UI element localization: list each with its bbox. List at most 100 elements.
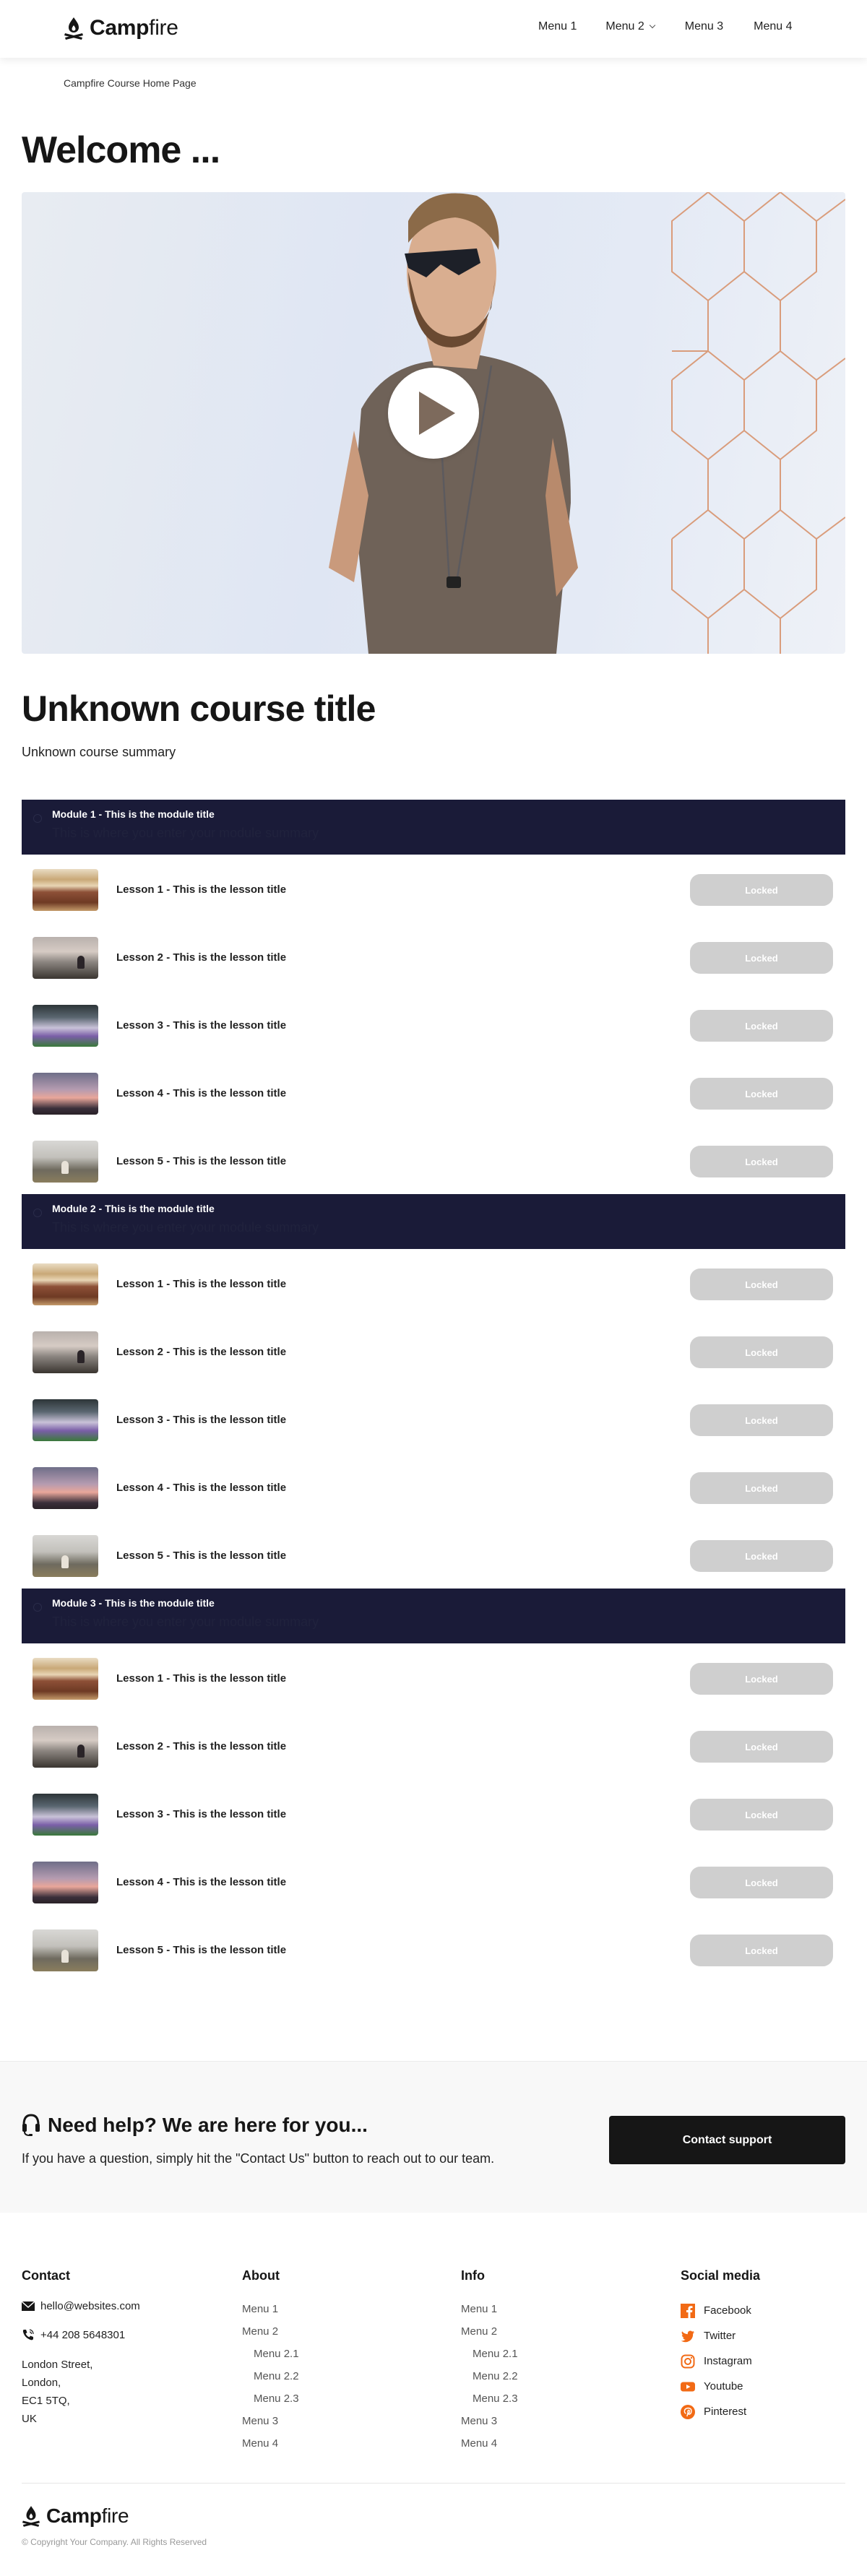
footer-logo-text: Campfire (46, 2504, 129, 2528)
lesson-thumbnail[interactable] (33, 869, 98, 911)
lesson-thumbnail[interactable] (33, 1005, 98, 1047)
footer-email[interactable]: hello@websites.com (22, 2298, 140, 2314)
module-title: Module 3 - This is the module title (52, 1597, 215, 1609)
lesson-thumbnail[interactable] (33, 1467, 98, 1509)
lesson-row: Lesson 3 - This is the lesson title Locke… (22, 1779, 845, 1847)
locked-button[interactable]: Locked (690, 874, 833, 906)
module-header[interactable]: Module 3 - This is the module title This … (22, 1589, 845, 1643)
social-label: Youtube (704, 2380, 743, 2393)
lesson-title[interactable]: Lesson 2 - This is the lesson title (116, 1740, 286, 1752)
help-section: Need help? We are here for you... If you… (0, 2061, 867, 2213)
locked-button[interactable]: Locked (690, 1663, 833, 1695)
footer-link[interactable]: Menu 4 (242, 2432, 299, 2455)
lesson-title[interactable]: Lesson 3 - This is the lesson title (116, 1019, 286, 1032)
locked-button[interactable]: Locked (690, 1010, 833, 1042)
footer-link[interactable]: Menu 4 (461, 2432, 518, 2455)
footer-heading-social: Social media (681, 2268, 761, 2283)
lesson-list: Lesson 1 - This is the lesson title Locke… (22, 1249, 845, 1589)
copyright: © Copyright Your Company. All Rights Res… (22, 2537, 207, 2547)
locked-button[interactable]: Locked (690, 1799, 833, 1831)
footer-phone[interactable]: +44 208 5648301 (22, 2327, 140, 2343)
lesson-thumbnail[interactable] (33, 1794, 98, 1836)
locked-button[interactable]: Locked (690, 1540, 833, 1572)
footer-link[interactable]: Menu 3 (242, 2410, 299, 2432)
locked-button[interactable]: Locked (690, 1472, 833, 1504)
social-link-pinterest[interactable]: Pinterest (681, 2399, 760, 2424)
lesson-title[interactable]: Lesson 1 - This is the lesson title (116, 883, 286, 896)
lesson-thumbnail[interactable] (33, 1862, 98, 1903)
locked-button[interactable]: Locked (690, 1935, 833, 1966)
footer-link[interactable]: Menu 2.1 (242, 2343, 299, 2365)
nav-menu-4[interactable]: Menu 4 (754, 20, 792, 33)
footer-link[interactable]: Menu 1 (242, 2298, 299, 2320)
module-header[interactable]: Module 1 - This is the module title This … (22, 800, 845, 855)
lesson-title[interactable]: Lesson 5 - This is the lesson title (116, 1944, 286, 1956)
footer-link[interactable]: Menu 2.2 (242, 2365, 299, 2387)
lesson-title[interactable]: Lesson 5 - This is the lesson title (116, 1155, 286, 1167)
lesson-title[interactable]: Lesson 1 - This is the lesson title (116, 1672, 286, 1685)
locked-button[interactable]: Locked (690, 942, 833, 974)
logo[interactable]: Campfire (64, 16, 178, 40)
lesson-title[interactable]: Lesson 2 - This is the lesson title (116, 1346, 286, 1358)
lesson-row: Lesson 5 - This is the lesson title Locke… (22, 1521, 845, 1589)
lesson-row: Lesson 3 - This is the lesson title Locke… (22, 1385, 845, 1453)
lesson-title[interactable]: Lesson 4 - This is the lesson title (116, 1876, 286, 1888)
lesson-row: Lesson 4 - This is the lesson title Locke… (22, 1453, 845, 1521)
lesson-row: Lesson 2 - This is the lesson title Locke… (22, 1711, 845, 1779)
locked-button[interactable]: Locked (690, 1146, 833, 1177)
footer-link[interactable]: Menu 2 (242, 2320, 299, 2343)
campfire-icon (64, 17, 84, 40)
lesson-title[interactable]: Lesson 5 - This is the lesson title (116, 1550, 286, 1562)
lesson-title[interactable]: Lesson 4 - This is the lesson title (116, 1087, 286, 1099)
nav-menu-1[interactable]: Menu 1 (538, 20, 577, 33)
footer-link[interactable]: Menu 1 (461, 2298, 518, 2320)
lesson-list: Lesson 1 - This is the lesson title Locke… (22, 855, 845, 1194)
nav-menu-2[interactable]: Menu 2 (605, 20, 655, 33)
lesson-thumbnail[interactable] (33, 1331, 98, 1373)
locked-button[interactable]: Locked (690, 1268, 833, 1300)
lesson-title[interactable]: Lesson 4 - This is the lesson title (116, 1482, 286, 1494)
footer-link[interactable]: Menu 2 (461, 2320, 518, 2343)
nav-menu-3[interactable]: Menu 3 (685, 20, 723, 33)
locked-button[interactable]: Locked (690, 1078, 833, 1110)
footer-link[interactable]: Menu 2.1 (461, 2343, 518, 2365)
help-title-text: Need help? We are here for you... (48, 2114, 368, 2136)
module-toggle-icon (33, 814, 42, 823)
lesson-thumbnail[interactable] (33, 1263, 98, 1305)
lesson-title[interactable]: Lesson 1 - This is the lesson title (116, 1278, 286, 1290)
lesson-thumbnail[interactable] (33, 1535, 98, 1577)
locked-button[interactable]: Locked (690, 1404, 833, 1436)
contact-support-button[interactable]: Contact support (609, 2116, 845, 2164)
footer-link[interactable]: Menu 2.3 (242, 2387, 299, 2410)
footer-link[interactable]: Menu 2.2 (461, 2365, 518, 2387)
module-header[interactable]: Module 2 - This is the module title This … (22, 1194, 845, 1249)
lesson-thumbnail[interactable] (33, 1399, 98, 1441)
locked-button[interactable]: Locked (690, 1336, 833, 1368)
lesson-title[interactable]: Lesson 2 - This is the lesson title (116, 951, 286, 964)
social-link-facebook[interactable]: Facebook (681, 2298, 760, 2323)
play-button[interactable] (388, 368, 479, 459)
social-label: Twitter (704, 2330, 736, 2342)
hero-video[interactable] (22, 192, 845, 654)
lesson-thumbnail[interactable] (33, 1929, 98, 1971)
lesson-thumbnail[interactable] (33, 1073, 98, 1115)
locked-button[interactable]: Locked (690, 1867, 833, 1898)
lesson-title[interactable]: Lesson 3 - This is the lesson title (116, 1414, 286, 1426)
main-nav: Menu 1 Menu 2 Menu 3 Menu 4 (538, 20, 793, 33)
lesson-thumbnail[interactable] (33, 1658, 98, 1700)
footer-link[interactable]: Menu 2.3 (461, 2387, 518, 2410)
address-line: EC1 5TQ, (22, 2395, 70, 2407)
lesson-title[interactable]: Lesson 3 - This is the lesson title (116, 1808, 286, 1820)
social-link-youtube[interactable]: Youtube (681, 2374, 760, 2399)
footer-logo[interactable]: Campfire (22, 2504, 129, 2528)
lesson-thumbnail[interactable] (33, 937, 98, 979)
lesson-thumbnail[interactable] (33, 1726, 98, 1768)
footer-heading-contact: Contact (22, 2268, 70, 2283)
footer-link[interactable]: Menu 3 (461, 2410, 518, 2432)
locked-button[interactable]: Locked (690, 1731, 833, 1763)
social-link-twitter[interactable]: Twitter (681, 2323, 760, 2348)
social-link-instagram[interactable]: Instagram (681, 2348, 760, 2374)
lesson-thumbnail[interactable] (33, 1141, 98, 1183)
footer-contact-column: Contact hello@websites.com +44 208 56483… (22, 2268, 140, 2428)
social-label: Pinterest (704, 2406, 747, 2418)
